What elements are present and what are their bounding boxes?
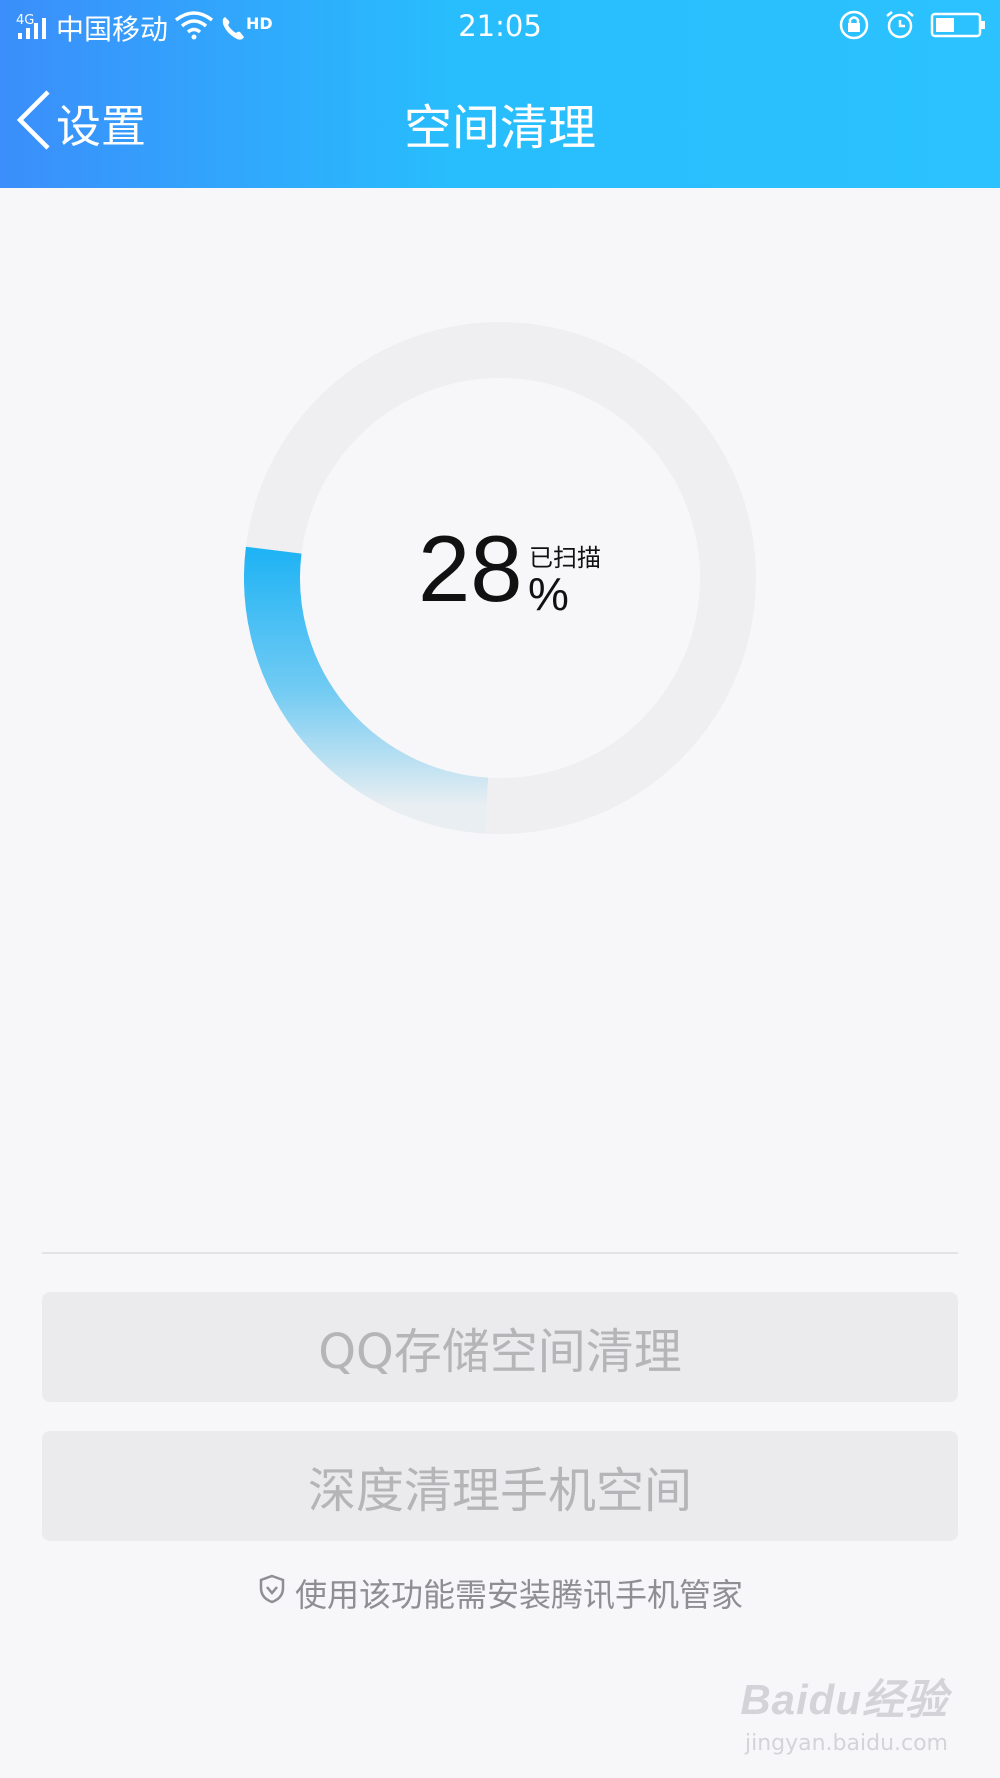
watermark-url: jingyan.baidu.com [744,1731,948,1756]
status-bar: 4G 中国移动 HD 21:05 [0,0,1000,50]
deep-clean-button[interactable]: 深度清理手机空间 [42,1431,958,1541]
battery-icon [930,11,986,46]
install-hint-text: 使用该功能需安装腾讯手机管家 [294,1576,743,1614]
page-title: 空间清理 [403,100,596,156]
watermark-brand: Baidu经验 [740,1676,948,1723]
percent-sign: % [528,568,569,620]
progress-number: 28 [418,516,523,621]
scan-progress-ring: 28 已扫描 % [244,322,756,834]
divider [42,1252,958,1254]
shield-icon [257,1573,287,1613]
install-hint: 使用该功能需安装腾讯手机管家 [0,1570,1000,1616]
qq-storage-clean-button[interactable]: QQ存储空间清理 [42,1292,958,1402]
rotation-lock-icon [838,9,870,48]
watermark-logo: Baidu经验 jingyan.baidu.com [740,1666,948,1756]
header: 4G 中国移动 HD 21:05 设置 空间清理 [0,0,1000,188]
alarm-icon [884,9,916,48]
